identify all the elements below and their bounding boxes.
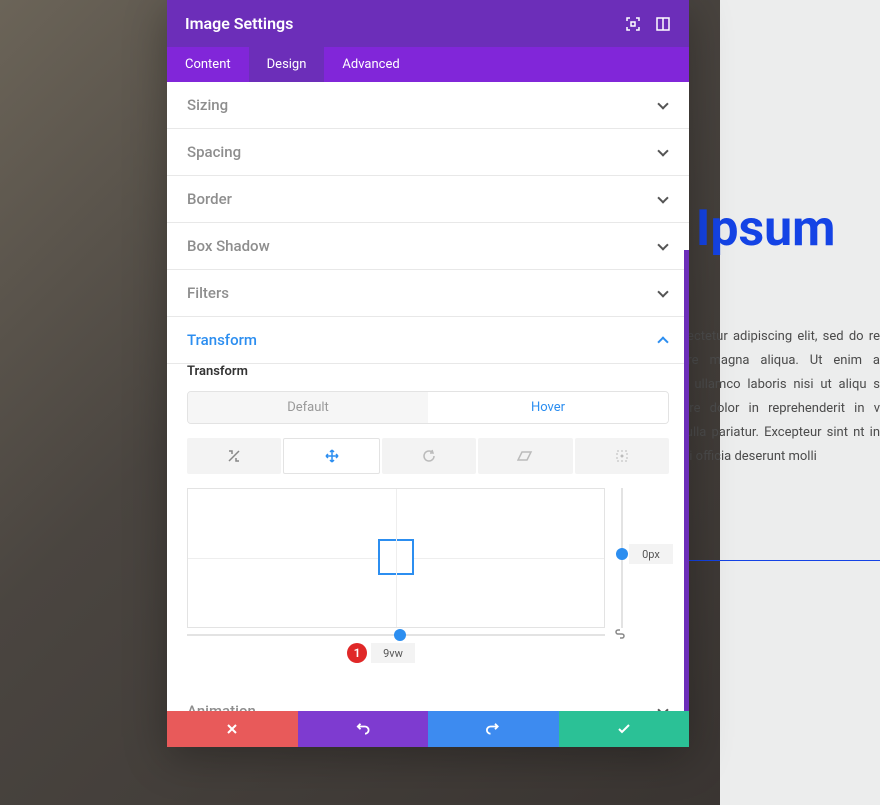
header-actions [625, 16, 671, 32]
section-label: Spacing [187, 143, 241, 161]
focus-icon[interactable] [625, 16, 641, 32]
tool-translate[interactable] [283, 438, 379, 474]
redo-button[interactable] [428, 711, 559, 747]
chevron-down-icon [657, 240, 669, 252]
horizontal-slider-handle[interactable] [394, 629, 406, 641]
chevron-down-icon [657, 99, 669, 111]
tab-design[interactable]: Design [249, 47, 325, 82]
horizontal-value-input[interactable]: 9vw [371, 643, 415, 663]
transform-canvas[interactable] [187, 488, 605, 628]
tool-rotate[interactable] [382, 438, 476, 474]
redo-icon [486, 722, 500, 736]
scale-icon [227, 449, 241, 463]
image-settings-modal: Image Settings Content Design Advanced S… [167, 0, 689, 747]
step-badge: 1 [347, 643, 367, 663]
tab-content[interactable]: Content [167, 47, 249, 82]
move-icon [325, 449, 339, 463]
section-animation[interactable]: Animation [167, 688, 689, 711]
vertical-value-input[interactable]: 0px [629, 544, 673, 564]
section-label: Box Shadow [187, 237, 270, 255]
section-label: Border [187, 190, 232, 208]
chevron-down-icon [657, 146, 669, 158]
skew-icon [517, 449, 533, 463]
tool-scale[interactable] [187, 438, 281, 474]
settings-tabs: Content Design Advanced [167, 47, 689, 82]
origin-icon [615, 449, 629, 463]
save-button[interactable] [559, 711, 690, 747]
undo-icon [356, 722, 370, 736]
undo-button[interactable] [298, 711, 429, 747]
modal-title: Image Settings [185, 14, 293, 33]
check-icon [617, 723, 631, 735]
section-sizing[interactable]: Sizing [167, 82, 689, 129]
vertical-slider-handle[interactable] [616, 548, 628, 560]
section-label: Filters [187, 284, 229, 302]
chevron-down-icon [657, 705, 669, 711]
split-view-icon[interactable] [655, 16, 671, 32]
section-label: Transform [187, 331, 257, 349]
transform-canvas-area: 0px 1 9vw [187, 488, 669, 668]
section-filters[interactable]: Filters [167, 270, 689, 317]
link-values-icon[interactable] [613, 628, 627, 640]
section-border[interactable]: Border [167, 176, 689, 223]
transform-preview-box[interactable] [378, 539, 414, 575]
close-icon [226, 723, 238, 735]
sections-container[interactable]: Sizing Spacing Border Box Shadow Filters… [167, 82, 689, 711]
state-tabs: Default Hover [187, 391, 669, 424]
state-tab-default[interactable]: Default [188, 392, 428, 423]
section-spacing[interactable]: Spacing [167, 129, 689, 176]
chevron-down-icon [657, 287, 669, 299]
section-box-shadow[interactable]: Box Shadow [167, 223, 689, 270]
chevron-down-icon [657, 193, 669, 205]
section-transform[interactable]: Transform [167, 317, 689, 364]
scrollbar[interactable] [684, 250, 689, 711]
tool-origin[interactable] [575, 438, 669, 474]
modal-header: Image Settings [167, 0, 689, 47]
section-label: Sizing [187, 96, 228, 114]
state-tab-hover[interactable]: Hover [428, 392, 668, 423]
rotate-icon [422, 449, 436, 463]
modal-footer [167, 711, 689, 747]
cancel-button[interactable] [167, 711, 298, 747]
tab-advanced[interactable]: Advanced [324, 47, 417, 82]
chevron-up-icon [657, 334, 669, 346]
section-label: Animation [187, 702, 256, 711]
horizontal-value-wrap: 1 9vw [347, 643, 415, 663]
transform-tool-tabs [187, 438, 669, 474]
transform-sublabel: Transform [187, 364, 669, 379]
tool-skew[interactable] [478, 438, 572, 474]
transform-panel: Transform Default Hover [167, 364, 689, 688]
